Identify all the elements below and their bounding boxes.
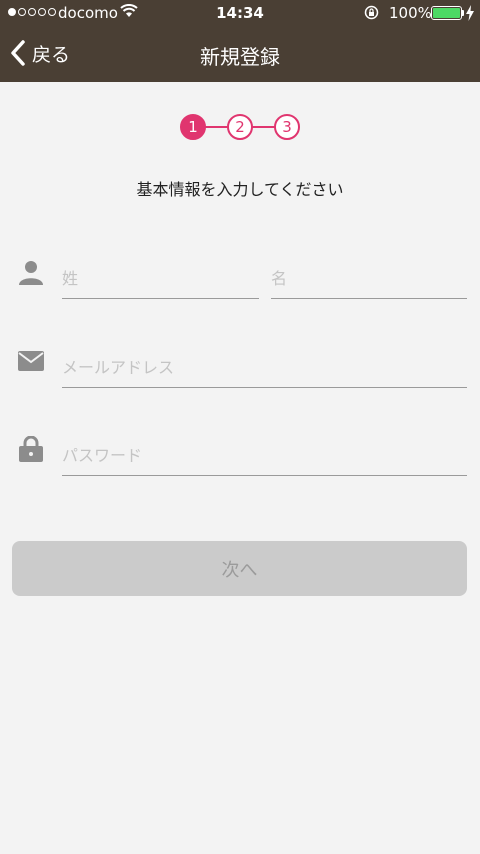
mail-icon	[18, 351, 44, 371]
registration-screen: docomo 14:34 100% 戻る 新規登録 1 2 3 基本情報を入力し…	[0, 0, 480, 854]
battery-cap	[462, 10, 464, 16]
next-button[interactable]: 次へ	[12, 541, 467, 596]
instruction-text: 基本情報を入力してください	[136, 180, 344, 199]
step-1: 1	[180, 114, 206, 140]
last-name-input[interactable]	[62, 259, 259, 297]
rotation-lock-icon	[364, 5, 379, 20]
step-indicator: 1 2 3	[180, 114, 300, 140]
page-title: 新規登録	[200, 45, 280, 69]
charging-icon	[466, 5, 474, 21]
email-input[interactable]	[62, 348, 467, 386]
status-bar: docomo 14:34 100%	[0, 0, 480, 28]
step-3: 3	[274, 114, 300, 140]
first-name-input[interactable]	[271, 259, 467, 297]
last-name-field	[62, 259, 259, 299]
navigation-bar: 戻る 新規登録	[0, 28, 480, 82]
email-field	[62, 348, 467, 388]
password-field	[62, 436, 467, 476]
battery-level-fill	[433, 8, 460, 18]
step-2: 2	[227, 114, 253, 140]
person-icon	[19, 261, 43, 285]
app-header: docomo 14:34 100% 戻る 新規登録	[0, 0, 480, 82]
lock-icon	[19, 436, 43, 462]
battery-percent: 100%	[389, 4, 432, 22]
battery-icon	[431, 6, 462, 20]
password-input[interactable]	[62, 436, 467, 474]
step-connector	[250, 126, 276, 128]
first-name-field	[271, 259, 467, 299]
